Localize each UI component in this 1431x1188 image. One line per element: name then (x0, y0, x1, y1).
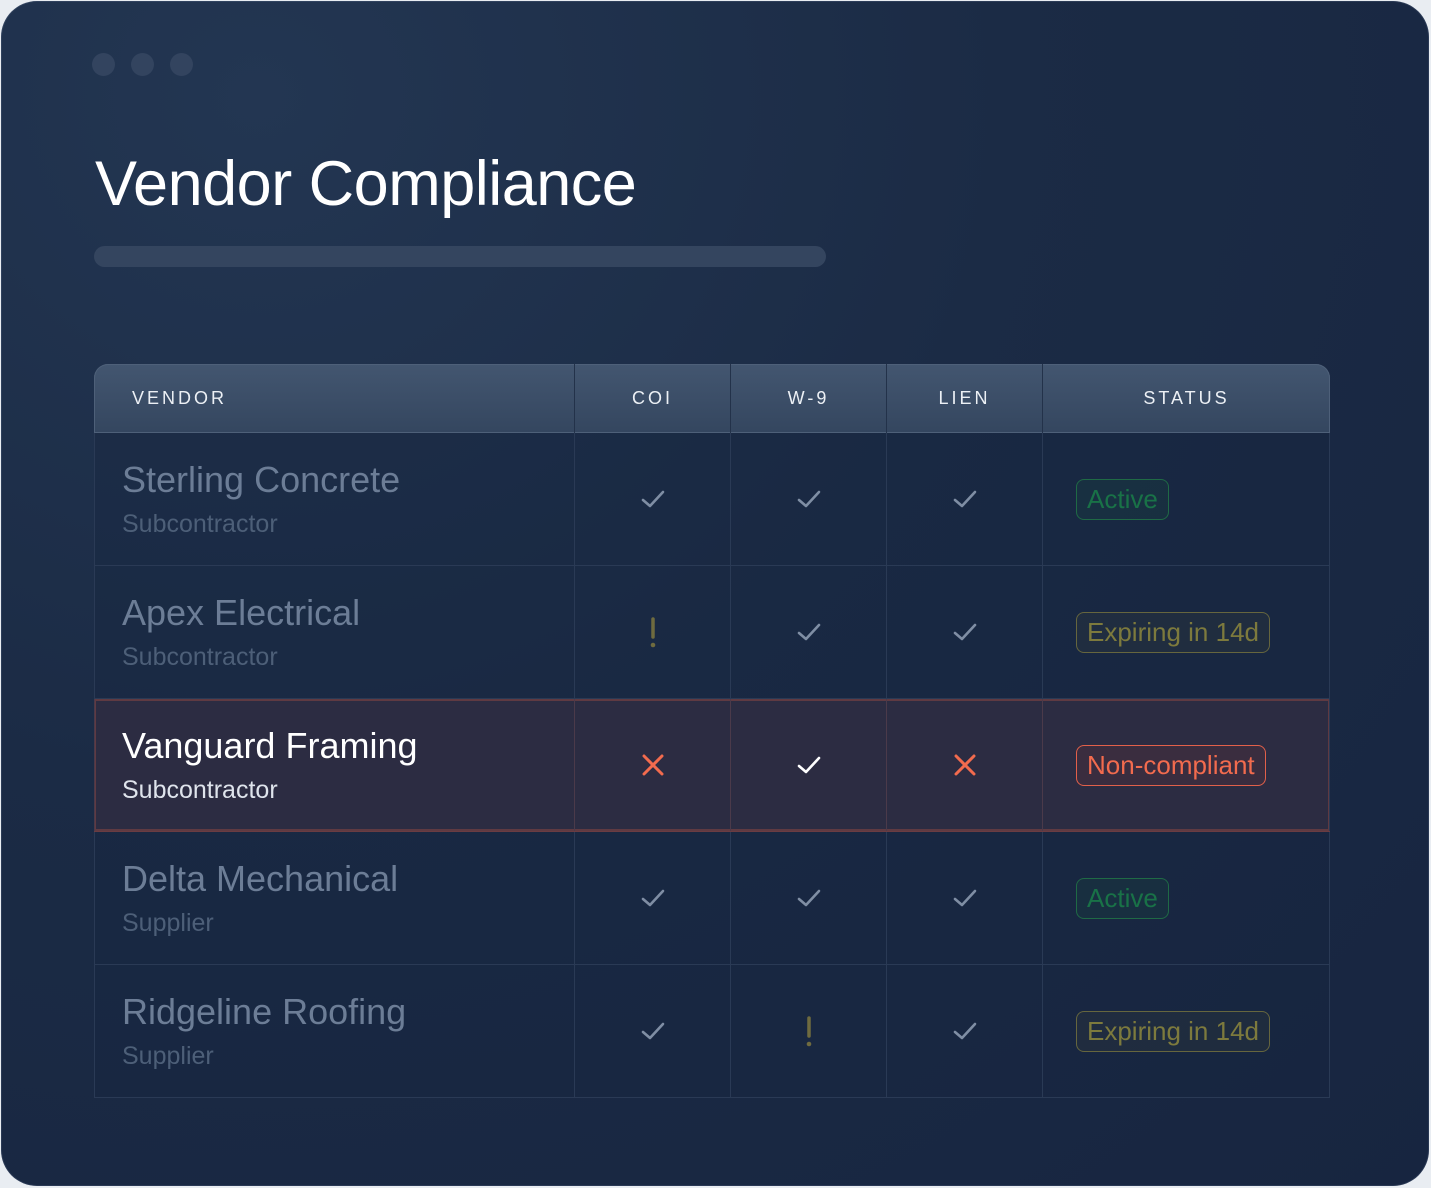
cross-icon (954, 754, 975, 776)
status-badge: Expiring in 14d (1076, 611, 1270, 653)
check-icon (948, 482, 982, 516)
check-icon (636, 482, 670, 516)
vendor-name[interactable]: Delta Mechanical (122, 858, 398, 900)
vendor-cell: Vanguard Framing Subcontractor (94, 699, 574, 831)
check-icon (948, 1014, 982, 1048)
cross-icon (948, 748, 982, 782)
lien-cell (886, 832, 1042, 964)
vendor-name[interactable]: Vanguard Framing (122, 725, 418, 767)
window-controls (92, 53, 193, 76)
table-row[interactable]: Sterling Concrete Subcontractor Active (94, 433, 1330, 566)
w9-cell (730, 965, 886, 1097)
check-icon (797, 623, 820, 641)
vendor-name[interactable]: Sterling Concrete (122, 459, 400, 501)
table-body: Sterling Concrete Subcontractor Active A… (94, 433, 1330, 1098)
status-cell: Expiring in 14d (1042, 965, 1330, 1097)
check-icon (792, 748, 826, 782)
w9-cell (730, 433, 886, 565)
check-icon (636, 881, 670, 915)
status-cell: Non-compliant (1042, 699, 1330, 831)
vendor-name[interactable]: Ridgeline Roofing (122, 991, 406, 1033)
table-row[interactable]: Vanguard Framing Subcontractor Non-compl… (94, 699, 1330, 832)
maximize-dot[interactable] (170, 53, 193, 76)
lien-cell (886, 699, 1042, 831)
status-badge: Expiring in 14d (1076, 1010, 1270, 1052)
vendor-type: Subcontractor (122, 643, 278, 671)
warning-icon (650, 617, 655, 648)
check-icon (953, 490, 976, 508)
column-header-vendor[interactable]: VENDOR (94, 364, 574, 433)
vendor-type: Supplier (122, 1042, 214, 1070)
coi-cell (574, 832, 730, 964)
check-icon (953, 889, 976, 907)
check-icon (797, 756, 820, 774)
coi-cell (574, 433, 730, 565)
vendor-cell: Apex Electrical Subcontractor (94, 566, 574, 698)
check-icon (792, 881, 826, 915)
vendor-cell: Ridgeline Roofing Supplier (94, 965, 574, 1097)
column-header-w9[interactable]: W-9 (730, 364, 886, 433)
table-row[interactable]: Apex Electrical Subcontractor Expiring i… (94, 566, 1330, 699)
check-icon (953, 623, 976, 641)
vendor-cell: Sterling Concrete Subcontractor (94, 433, 574, 565)
lien-cell (886, 965, 1042, 1097)
close-dot[interactable] (92, 53, 115, 76)
page-title: Vendor Compliance (95, 149, 637, 219)
cross-icon (642, 754, 663, 776)
cross-icon (636, 748, 670, 782)
check-icon (792, 482, 826, 516)
coi-cell (574, 965, 730, 1097)
column-header-lien[interactable]: LIEN (886, 364, 1042, 433)
vendor-type: Subcontractor (122, 510, 278, 538)
check-icon (641, 1022, 664, 1040)
warning-icon (792, 1014, 826, 1048)
vendor-cell: Delta Mechanical Supplier (94, 832, 574, 964)
app-window: Vendor Compliance VENDOR COI W-9 LIEN ST… (1, 1, 1429, 1186)
column-header-status[interactable]: STATUS (1042, 364, 1330, 433)
status-badge: Active (1076, 478, 1169, 520)
table-row[interactable]: Ridgeline Roofing Supplier Expiring in 1… (94, 965, 1330, 1098)
coi-cell (574, 566, 730, 698)
w9-cell (730, 566, 886, 698)
status-badge: Active (1076, 877, 1169, 919)
vendor-type: Supplier (122, 909, 214, 937)
vendor-name[interactable]: Apex Electrical (122, 592, 360, 634)
warning-icon (806, 1016, 811, 1047)
check-icon (797, 889, 820, 907)
table-row[interactable]: Delta Mechanical Supplier Active (94, 832, 1330, 965)
check-icon (948, 615, 982, 649)
w9-cell (730, 832, 886, 964)
check-icon (641, 889, 664, 907)
check-icon (948, 881, 982, 915)
status-cell: Expiring in 14d (1042, 566, 1330, 698)
status-cell: Active (1042, 433, 1330, 565)
check-icon (797, 490, 820, 508)
warning-icon (636, 615, 670, 649)
w9-cell (730, 699, 886, 831)
check-icon (792, 615, 826, 649)
status-badge: Non-compliant (1076, 744, 1266, 786)
title-underline-bar (94, 246, 826, 267)
check-icon (953, 1022, 976, 1040)
column-header-coi[interactable]: COI (574, 364, 730, 433)
check-icon (641, 490, 664, 508)
lien-cell (886, 566, 1042, 698)
vendor-type: Subcontractor (122, 776, 278, 804)
vendor-compliance-table: VENDOR COI W-9 LIEN STATUS Sterling Conc… (94, 364, 1330, 1098)
coi-cell (574, 699, 730, 831)
table-header: VENDOR COI W-9 LIEN STATUS (94, 364, 1330, 433)
minimize-dot[interactable] (131, 53, 154, 76)
lien-cell (886, 433, 1042, 565)
status-cell: Active (1042, 832, 1330, 964)
check-icon (636, 1014, 670, 1048)
